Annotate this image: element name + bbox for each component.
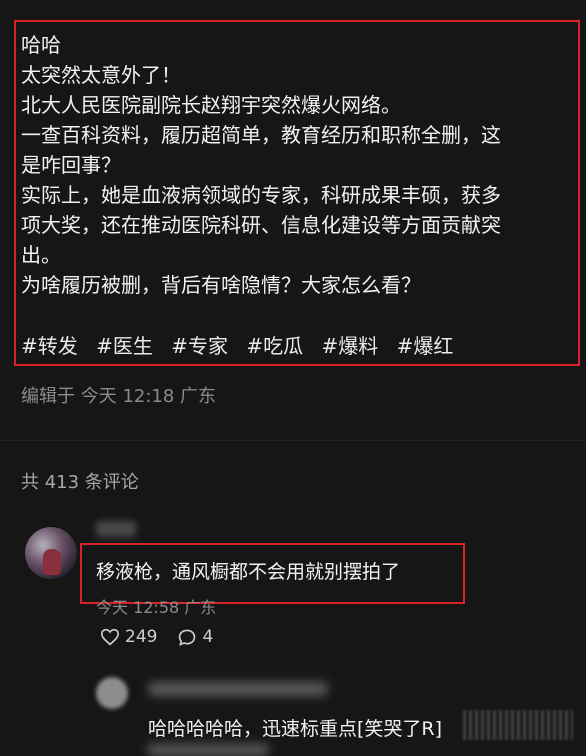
post-line: 是咋回事？ [21,153,121,177]
heart-icon [100,628,120,646]
like-button[interactable]: 249 [100,627,157,647]
reply-avatar[interactable] [96,677,128,709]
post-line: 哈哈 [21,33,61,57]
post-line: 太突然太意外了！ [21,63,181,87]
post-line: 北大人民医院副院长赵翔宇突然爆火网络。 [21,93,401,117]
section-divider [0,440,586,441]
tag-zhuanfa[interactable]: #转发 [21,334,78,358]
tag-chigua[interactable]: #吃瓜 [246,334,303,358]
post-meta: 编辑于 今天 12:18 广东 [21,386,217,407]
tag-list: #转发 #医生 #专家 #吃瓜 #爆料 #爆红 [21,331,465,361]
comment-time: 今天 12:58 广东 [96,598,217,617]
post-line: 出。 [21,243,61,267]
post-line: 为啥履历被删，背后有啥隐情？大家怎么看？ [21,273,421,297]
avatar[interactable] [25,527,77,579]
tag-baohong[interactable]: #爆红 [397,334,454,358]
tag-baoliao[interactable]: #爆料 [322,334,379,358]
watermark [463,710,573,740]
reply-button[interactable]: 4 [177,627,213,647]
comment-actions: 249 4 [100,627,233,647]
post-line: 一查百科资料，履历超简单，教育经历和职称全删，这 [21,123,501,147]
tag-yisheng[interactable]: #医生 [96,334,153,358]
comments-count: 共 413 条评论 [21,472,139,493]
blurred-reply-username [148,682,328,696]
tag-zhuanjia[interactable]: #专家 [171,334,228,358]
comment-text: 移液枪，通风橱都不会用就别摆拍了 [96,561,401,583]
comment-bubble-icon [179,629,196,646]
post-body: 哈哈 太突然太意外了！ 北大人民医院副院长赵翔宇突然爆火网络。 一查百科资料，履… [21,30,577,300]
post-line: 项大奖，还在推动医院科研、信息化建设等方面贡献突 [21,213,501,237]
reply-text: 哈哈哈哈哈，迅速标重点[笑哭了R] [148,718,443,740]
like-count: 249 [125,627,158,647]
blurred-username [96,521,136,537]
reply-count: 4 [202,627,214,647]
post-line: 实际上，她是血液病领域的专家，科研成果丰硕，获多 [21,183,501,207]
blurred-reply-meta [148,744,268,756]
